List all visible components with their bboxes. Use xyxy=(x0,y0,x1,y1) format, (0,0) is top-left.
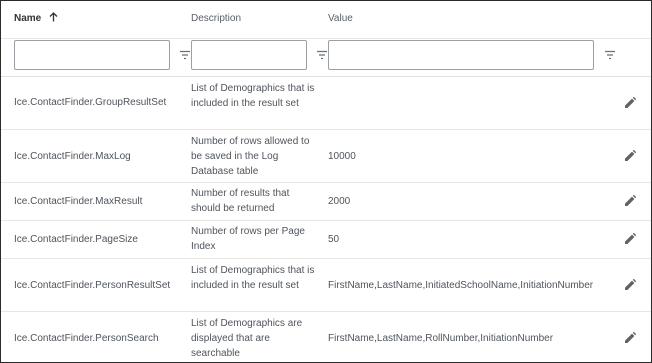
value-filter-input[interactable] xyxy=(328,40,594,70)
settings-grid: Name Description Value Ice.ContactFinder… xyxy=(0,0,652,363)
setting-description: Number of rows per Page Index xyxy=(191,226,305,252)
pencil-icon[interactable] xyxy=(624,195,636,207)
filter-row xyxy=(1,38,651,77)
table-row[interactable]: Ice.ContactFinder.MaxResult Number of re… xyxy=(1,183,651,221)
grid-header: Name Description Value xyxy=(1,1,651,39)
setting-name: Ice.ContactFinder.PersonSearch xyxy=(14,333,159,344)
setting-name: Ice.ContactFinder.MaxLog xyxy=(14,151,131,162)
setting-name: Ice.ContactFinder.GroupResultSet xyxy=(14,97,167,108)
setting-name: Ice.ContactFinder.PageSize xyxy=(14,234,138,245)
pencil-icon[interactable] xyxy=(624,279,636,291)
setting-description: List of Demographics are displayed that … xyxy=(191,318,303,359)
column-header-value[interactable]: Value xyxy=(328,13,353,24)
description-filter-input[interactable] xyxy=(191,40,307,70)
filter-icon[interactable] xyxy=(179,50,191,60)
arrow-up-icon xyxy=(49,12,58,22)
name-filter-input[interactable] xyxy=(14,40,170,70)
setting-name: Ice.ContactFinder.PersonResultSet xyxy=(14,280,171,291)
setting-description: List of Demographics that is included in… xyxy=(191,83,315,109)
setting-description: Number of results that should be returne… xyxy=(191,188,290,214)
column-header-name-label: Name xyxy=(14,13,42,24)
pencil-icon[interactable] xyxy=(624,97,636,109)
table-row[interactable]: Ice.ContactFinder.PersonSearch List of D… xyxy=(1,312,651,362)
setting-description: List of Demographics that is included in… xyxy=(191,265,315,291)
table-row[interactable]: Ice.ContactFinder.PersonResultSet List o… xyxy=(1,259,651,312)
table-row[interactable]: Ice.ContactFinder.PageSize Number of row… xyxy=(1,221,651,259)
setting-value: FirstName,LastName,InitiatedSchoolName,I… xyxy=(328,280,594,291)
setting-value: 10000 xyxy=(328,151,356,162)
column-header-description[interactable]: Description xyxy=(191,13,241,24)
pencil-icon[interactable] xyxy=(624,150,636,162)
pencil-icon[interactable] xyxy=(624,233,636,245)
table-row[interactable]: Ice.ContactFinder.MaxLog Number of rows … xyxy=(1,130,651,183)
setting-value: 2000 xyxy=(328,196,351,207)
filter-icon[interactable] xyxy=(316,50,328,60)
filter-icon[interactable] xyxy=(604,50,616,60)
setting-value: FirstName,LastName,RollNumber,Initiation… xyxy=(328,333,554,344)
setting-name: Ice.ContactFinder.MaxResult xyxy=(14,196,143,207)
table-row[interactable]: Ice.ContactFinder.GroupResultSet List of… xyxy=(1,77,651,130)
setting-value: 50 xyxy=(328,234,340,245)
setting-description: Number of rows allowed to be saved in th… xyxy=(191,136,310,177)
pencil-icon[interactable] xyxy=(624,332,636,344)
column-header-name[interactable]: Name xyxy=(14,12,58,24)
